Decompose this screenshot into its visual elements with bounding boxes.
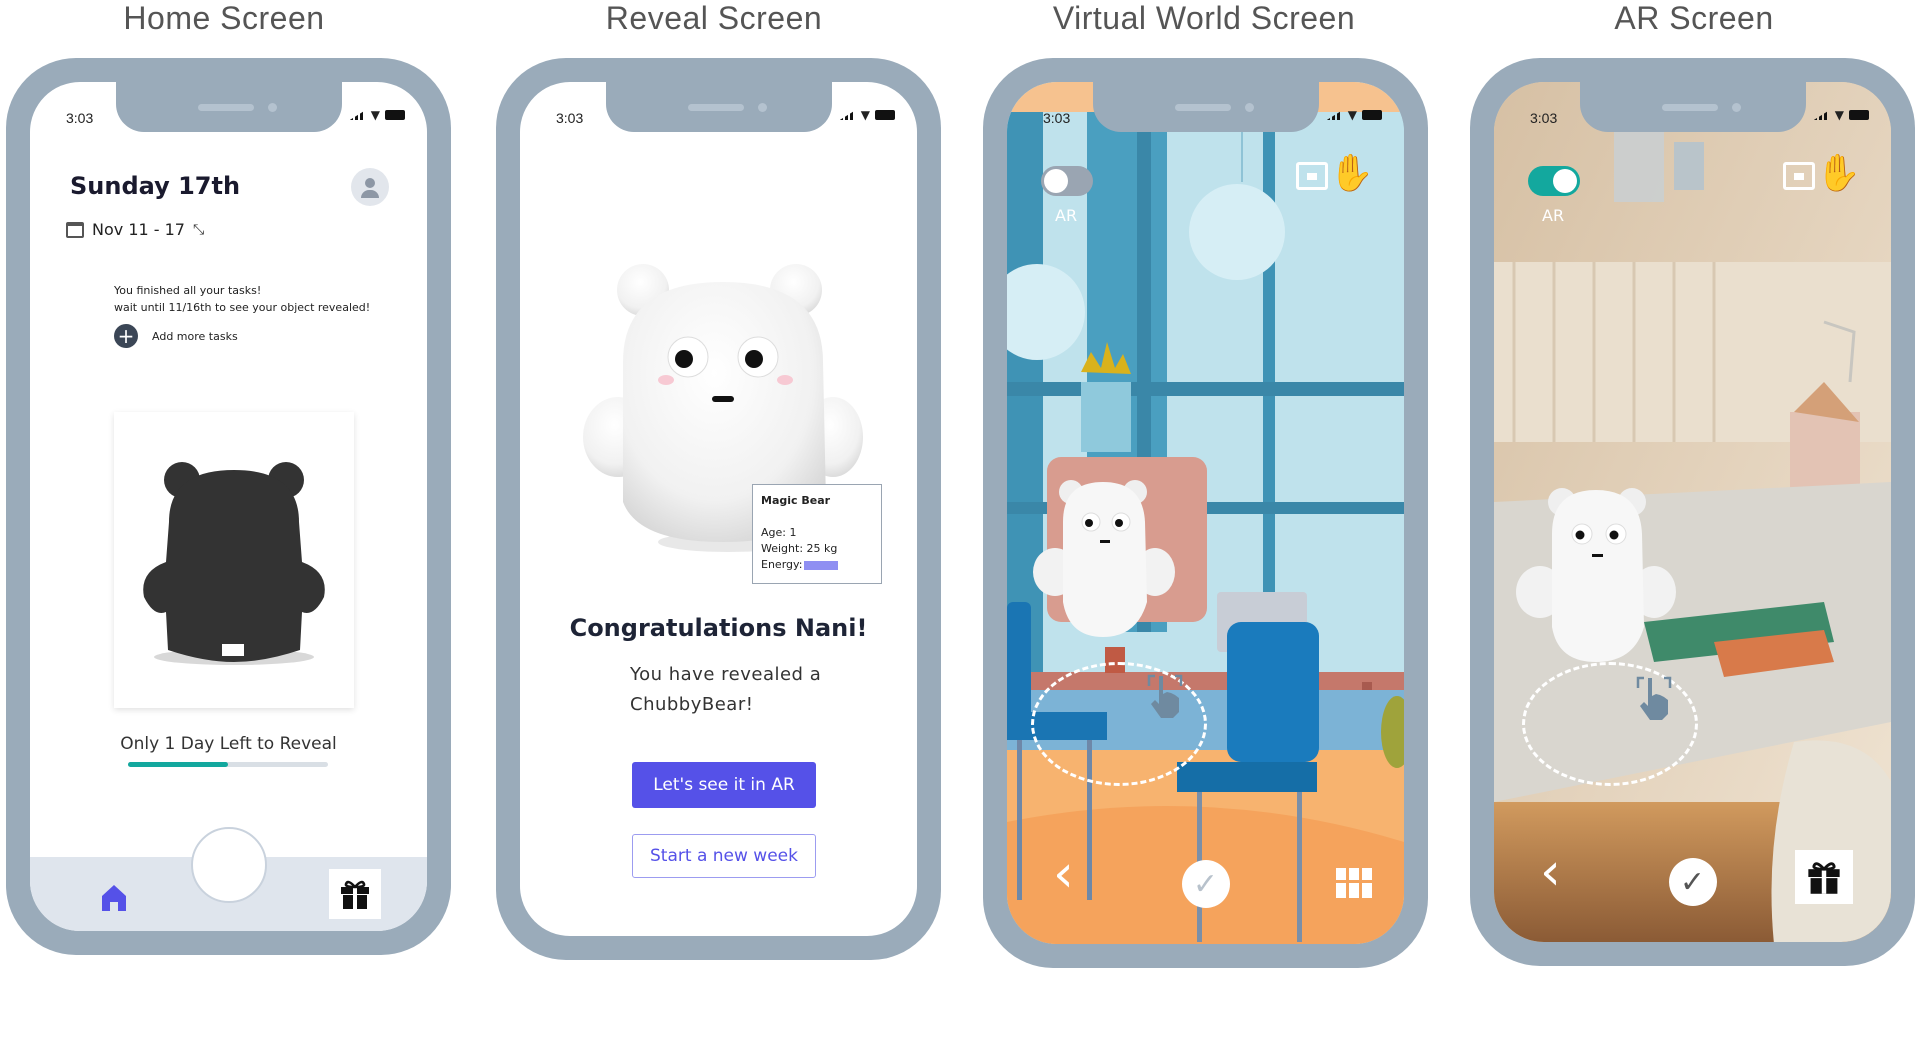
reveal-screen-title: Reveal Screen (605, 0, 823, 36)
revealed-message-line2: ChubbyBear! (630, 694, 754, 715)
add-tasks-button[interactable]: + Add more tasks (114, 324, 238, 348)
status-time: 3:03 (1043, 110, 1071, 126)
hand-icon[interactable]: ✋ (1816, 152, 1861, 194)
virtual-world-phone: 3:03 ▼ AR ✋ ‹ ✓ (983, 58, 1428, 968)
home-phone: 3:03 ▼ Sunday 17th Nov 11 - 17 ⤡ You fin… (6, 58, 451, 955)
frame-icon[interactable] (1296, 162, 1328, 190)
touch-icon (1147, 674, 1183, 718)
tasks-message-line1: You finished all your tasks! (114, 284, 262, 297)
gift-button[interactable] (1795, 850, 1853, 904)
signal-icon (1326, 110, 1343, 120)
ar-toggle-label: AR (1542, 206, 1565, 225)
wifi-icon: ▼ (860, 108, 870, 122)
date-range-selector[interactable]: Nov 11 - 17 ⤡ (66, 220, 204, 239)
card-energy: Energy: (761, 557, 873, 573)
signal-icon (839, 110, 856, 120)
reveal-progress-bar (128, 762, 328, 767)
virtual-world-screen-title: Virtual World Screen (1052, 0, 1356, 36)
card-age: Age: 1 (761, 526, 797, 539)
status-icons: ▼ (1326, 108, 1382, 122)
gift-icon (341, 880, 369, 909)
ar-toggle-label: AR (1055, 206, 1078, 225)
phone-notch (1092, 82, 1319, 132)
expand-icon[interactable]: ⤡ (193, 222, 204, 238)
hand-icon[interactable]: ✋ (1329, 152, 1374, 194)
bear-silhouette (143, 462, 325, 665)
wifi-icon: ▼ (370, 108, 380, 122)
check-icon[interactable]: ✓ (1181, 860, 1230, 908)
ar-screen: 3:03 ▼ AR ✋ ‹ ✓ (1494, 82, 1891, 942)
frame-icon[interactable] (1783, 162, 1815, 190)
bear-info-card: Magic Bear Age: 1 Weight: 25 kg Energy: (752, 484, 882, 584)
avatar-icon[interactable] (351, 168, 389, 206)
date-range-label: Nov 11 - 17 (92, 220, 185, 239)
toolbox-icon[interactable] (1334, 864, 1374, 900)
home-screen: 3:03 ▼ Sunday 17th Nov 11 - 17 ⤡ You fin… (30, 82, 427, 931)
status-time: 3:03 (556, 110, 584, 126)
phone-notch (115, 82, 342, 132)
wifi-icon: ▼ (1834, 108, 1844, 122)
phone-notch (605, 82, 832, 132)
energy-bar (804, 560, 839, 570)
add-tasks-label: Add more tasks (152, 329, 238, 343)
battery-icon (1849, 110, 1869, 120)
battery-icon (385, 110, 405, 120)
touch-icon (1636, 676, 1672, 720)
calendar-icon (66, 221, 84, 238)
status-time: 3:03 (1530, 110, 1558, 126)
card-weight: Weight: 25 kg (761, 542, 838, 555)
battery-icon (875, 110, 895, 120)
see-in-ar-button[interactable]: Let's see it in AR (632, 762, 816, 808)
plus-icon: + (114, 324, 138, 348)
ar-toggle[interactable] (1041, 166, 1093, 196)
ar-screen-title: AR Screen (1614, 0, 1774, 36)
page-title: Sunday 17th (70, 172, 241, 200)
virtual-world-screen: 3:03 ▼ AR ✋ ‹ ✓ (1007, 82, 1404, 944)
home-icon[interactable] (98, 881, 130, 913)
status-icons: ▼ (839, 108, 895, 122)
signal-icon (1813, 110, 1830, 120)
back-icon[interactable]: ‹ (1540, 846, 1561, 898)
status-icons: ▼ (349, 108, 405, 122)
ar-toggle[interactable] (1528, 166, 1580, 196)
check-icon[interactable]: ✓ (1668, 858, 1717, 906)
gift-tab[interactable] (329, 869, 381, 919)
congrats-heading: Congratulations Nani! (569, 614, 868, 642)
revealed-message-line1: You have revealed a (630, 664, 822, 685)
home-center-button[interactable] (190, 827, 267, 903)
status-time: 3:03 (66, 110, 94, 126)
ar-phone: 3:03 ▼ AR ✋ ‹ ✓ (1470, 58, 1915, 966)
phone-notch (1579, 82, 1806, 132)
start-new-week-button[interactable]: Start a new week (632, 834, 816, 878)
home-screen-title: Home Screen (123, 0, 325, 36)
days-left-label: Only 1 Day Left to Reveal (120, 734, 337, 754)
status-icons: ▼ (1813, 108, 1869, 122)
revealed-message: You have revealed a ChubbyBear! (630, 660, 821, 720)
card-title: Magic Bear (761, 494, 831, 507)
battery-icon (1362, 110, 1382, 120)
mystery-object-card (114, 412, 354, 708)
tasks-message: You finished all your tasks! wait until … (114, 282, 370, 316)
reveal-phone: 3:03 ▼ Magic Bear Age: 1 Weight: 25 kg E… (496, 58, 941, 960)
gift-icon (1808, 862, 1840, 894)
progress-fill (128, 762, 228, 767)
reveal-screen: 3:03 ▼ Magic Bear Age: 1 Weight: 25 kg E… (520, 82, 917, 936)
wifi-icon: ▼ (1347, 108, 1357, 122)
tasks-message-line2: wait until 11/16th to see your object re… (114, 301, 371, 314)
signal-icon (349, 110, 366, 120)
back-icon[interactable]: ‹ (1053, 848, 1074, 900)
